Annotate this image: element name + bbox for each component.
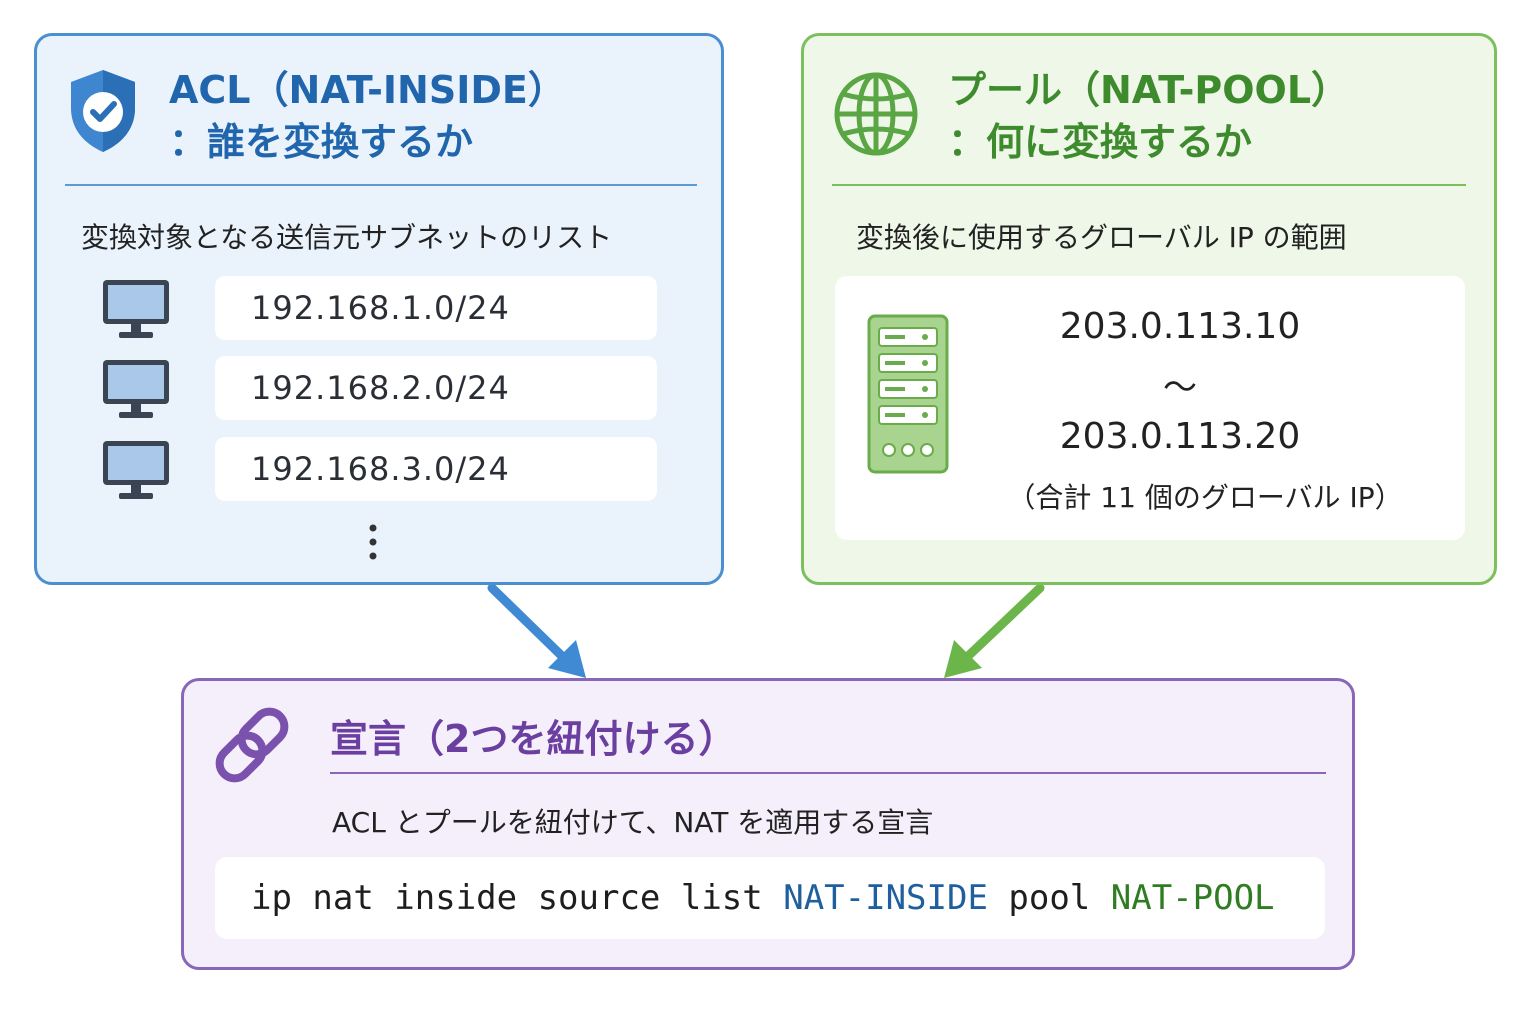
pool-range-box: 203.0.113.10 〜 203.0.113.20 （合計 11 個のグロー… xyxy=(835,276,1465,540)
command-pool-name: NAT-POOL xyxy=(1110,878,1275,918)
acl-title: ACL（NAT-INSIDE） ：誰を変換するか xyxy=(169,64,566,168)
more-ellipsis-icon xyxy=(369,524,377,560)
computer-icon xyxy=(103,360,169,418)
acl-subtitle: 変換対象となる送信元サブネットのリスト xyxy=(81,221,613,254)
server-icon xyxy=(867,314,949,474)
pool-card: プール（NAT-POOL） ：何に変換するか 変換後に使用するグローバル IP … xyxy=(801,33,1497,585)
command-prefix: ip nat inside source list xyxy=(251,878,784,918)
pool-range-start: 203.0.113.10 xyxy=(1059,306,1301,347)
command-box: ip nat inside source list NAT-INSIDE poo… xyxy=(215,857,1325,939)
shield-check-icon xyxy=(71,70,135,152)
pool-divider xyxy=(832,184,1466,186)
acl-to-declaration-arrow xyxy=(487,583,586,678)
acl-title-line2: ：誰を変換するか xyxy=(169,120,474,164)
subnet-value: 192.168.1.0/24 xyxy=(215,276,657,340)
pool-title-line1: プール（NAT-POOL） xyxy=(948,68,1350,112)
declaration-title-text: 宣言（2つを紐付ける） xyxy=(330,717,737,761)
subnet-value: 192.168.2.0/24 xyxy=(215,356,657,420)
link-icon xyxy=(215,707,289,783)
command-middle: pool xyxy=(987,878,1111,918)
computer-icon xyxy=(103,441,169,499)
computer-icon xyxy=(103,280,169,338)
pool-range-separator: 〜 xyxy=(1163,368,1197,408)
pool-range-end: 203.0.113.20 xyxy=(1059,416,1301,457)
declaration-divider xyxy=(330,772,1326,774)
acl-card: ACL（NAT-INSIDE） ：誰を変換するか 変換対象となる送信元サブネット… xyxy=(34,33,724,585)
declaration-card: 宣言（2つを紐付ける） ACL とプールを紐付けて、NAT を適用する宣言 ip… xyxy=(181,678,1355,970)
pool-range-note: （合計 11 個のグローバル IP） xyxy=(1007,481,1403,514)
acl-divider xyxy=(65,184,697,186)
command-acl-name: NAT-INSIDE xyxy=(783,878,988,918)
pool-to-declaration-arrow xyxy=(944,583,1045,678)
subnet-row: 192.168.2.0/24 xyxy=(101,356,661,420)
declaration-subtitle: ACL とプールを紐付けて、NAT を適用する宣言 xyxy=(332,806,934,839)
pool-title: プール（NAT-POOL） ：何に変換するか xyxy=(948,64,1349,168)
subnet-row: 192.168.3.0/24 xyxy=(101,437,661,501)
globe-icon xyxy=(834,72,918,156)
declaration-title: 宣言（2つを紐付ける） xyxy=(330,713,736,765)
acl-title-line1: ACL（NAT-INSIDE） xyxy=(169,68,566,112)
pool-subtitle: 変換後に使用するグローバル IP の範囲 xyxy=(856,221,1347,254)
pool-title-line2: ：何に変換するか xyxy=(948,120,1253,164)
subnet-value: 192.168.3.0/24 xyxy=(215,437,657,501)
subnet-row: 192.168.1.0/24 xyxy=(101,276,661,340)
